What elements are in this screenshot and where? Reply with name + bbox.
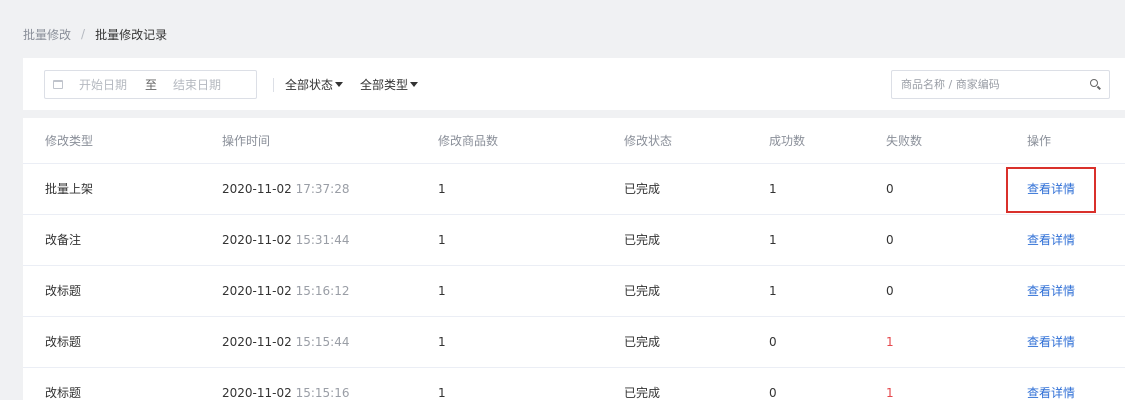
cell-count: 1 [438,265,624,317]
cell-clock: 17:37:28 [295,181,350,196]
breadcrumb-separator: / [81,27,86,41]
table-row: 改标题 2020-11-02 15:15:44 1 已完成 0 1 查看详情 [23,316,1125,368]
cell-fail: 0 [886,214,1027,266]
cell-date: 2020-11-02 [222,232,292,247]
status-dropdown-label: 全部状态 [285,78,334,92]
date-range-picker[interactable]: 开始日期 至 结束日期 [44,70,257,99]
date-end-placeholder[interactable]: 结束日期 [173,76,221,93]
cell-type: 批量上架 [23,163,222,215]
table-header-row: 修改类型 操作时间 修改商品数 修改状态 成功数 失败数 操作 [23,118,1125,164]
cell-success: 1 [769,163,886,215]
breadcrumb-current: 批量修改记录 [95,27,168,42]
caret-down-icon [410,82,419,87]
header-status: 修改状态 [624,118,769,164]
cell-date: 2020-11-02 [222,334,292,349]
cell-time: 2020-11-02 15:16:12 [222,265,438,317]
filter-divider [273,78,274,92]
calendar-icon [53,80,63,89]
cell-clock: 15:16:12 [295,283,350,298]
header-action: 操作 [1027,118,1125,164]
date-range-separator: 至 [145,78,158,92]
cell-status: 已完成 [624,316,769,368]
search-box [891,70,1110,99]
cell-fail: 0 [886,163,1027,215]
breadcrumb: 批量修改 / 批量修改记录 [23,26,167,42]
status-dropdown[interactable]: 全部状态 [285,76,344,93]
cell-fail: 1 [886,367,1027,400]
cell-success: 1 [769,214,886,266]
cell-success: 1 [769,265,886,317]
cell-date: 2020-11-02 [222,181,292,196]
cell-fail: 1 [886,316,1027,368]
view-details-link[interactable]: 查看详情 [1027,335,1075,349]
cell-success: 0 [769,367,886,400]
view-details-link[interactable]: 查看详情 [1027,182,1075,196]
type-dropdown-label: 全部类型 [360,78,409,92]
cell-count: 1 [438,214,624,266]
view-details-link[interactable]: 查看详情 [1027,386,1075,400]
cell-status: 已完成 [624,163,769,215]
cell-type: 改标题 [23,367,222,400]
cell-type: 改备注 [23,214,222,266]
caret-down-icon [335,82,344,87]
cell-date: 2020-11-02 [222,385,292,400]
cell-time: 2020-11-02 15:15:44 [222,316,438,368]
cell-count: 1 [438,316,624,368]
cell-type: 改标题 [23,265,222,317]
type-dropdown[interactable]: 全部类型 [360,76,419,93]
cell-count: 1 [438,163,624,215]
breadcrumb-parent-link[interactable]: 批量修改 [23,26,71,43]
header-success-count: 成功数 [769,118,886,164]
cell-count: 1 [438,367,624,400]
view-details-link[interactable]: 查看详情 [1027,233,1075,247]
cell-status: 已完成 [624,367,769,400]
cell-time: 2020-11-02 17:37:28 [222,163,438,215]
view-details-link[interactable]: 查看详情 [1027,284,1075,298]
header-operation-time: 操作时间 [222,118,438,164]
records-table: 修改类型 操作时间 修改商品数 修改状态 成功数 失败数 操作 批量上架 202… [23,118,1125,400]
search-icon[interactable] [1090,79,1098,87]
table-row: 改标题 2020-11-02 15:16:12 1 已完成 1 0 查看详情 [23,265,1125,317]
cell-clock: 15:15:16 [295,385,350,400]
cell-time: 2020-11-02 15:31:44 [222,214,438,266]
header-item-count: 修改商品数 [438,118,624,164]
cell-status: 已完成 [624,214,769,266]
table-row: 改备注 2020-11-02 15:31:44 1 已完成 1 0 查看详情 [23,214,1125,266]
table-row: 批量上架 2020-11-02 17:37:28 1 已完成 1 0 查看详情 [23,163,1125,215]
table-row: 改标题 2020-11-02 15:15:16 1 已完成 0 1 查看详情 [23,367,1125,400]
header-modify-type: 修改类型 [23,118,222,164]
header-fail-count: 失败数 [886,118,1027,164]
cell-clock: 15:31:44 [295,232,350,247]
cell-fail: 0 [886,265,1027,317]
cell-date: 2020-11-02 [222,283,292,298]
cell-success: 0 [769,316,886,368]
search-input[interactable] [892,71,1082,98]
date-start-placeholder[interactable]: 开始日期 [79,76,127,93]
filter-bar: 开始日期 至 结束日期 全部状态 全部类型 [23,58,1125,110]
cell-clock: 15:15:44 [295,334,350,349]
cell-type: 改标题 [23,316,222,368]
cell-time: 2020-11-02 15:15:16 [222,367,438,400]
cell-status: 已完成 [624,265,769,317]
